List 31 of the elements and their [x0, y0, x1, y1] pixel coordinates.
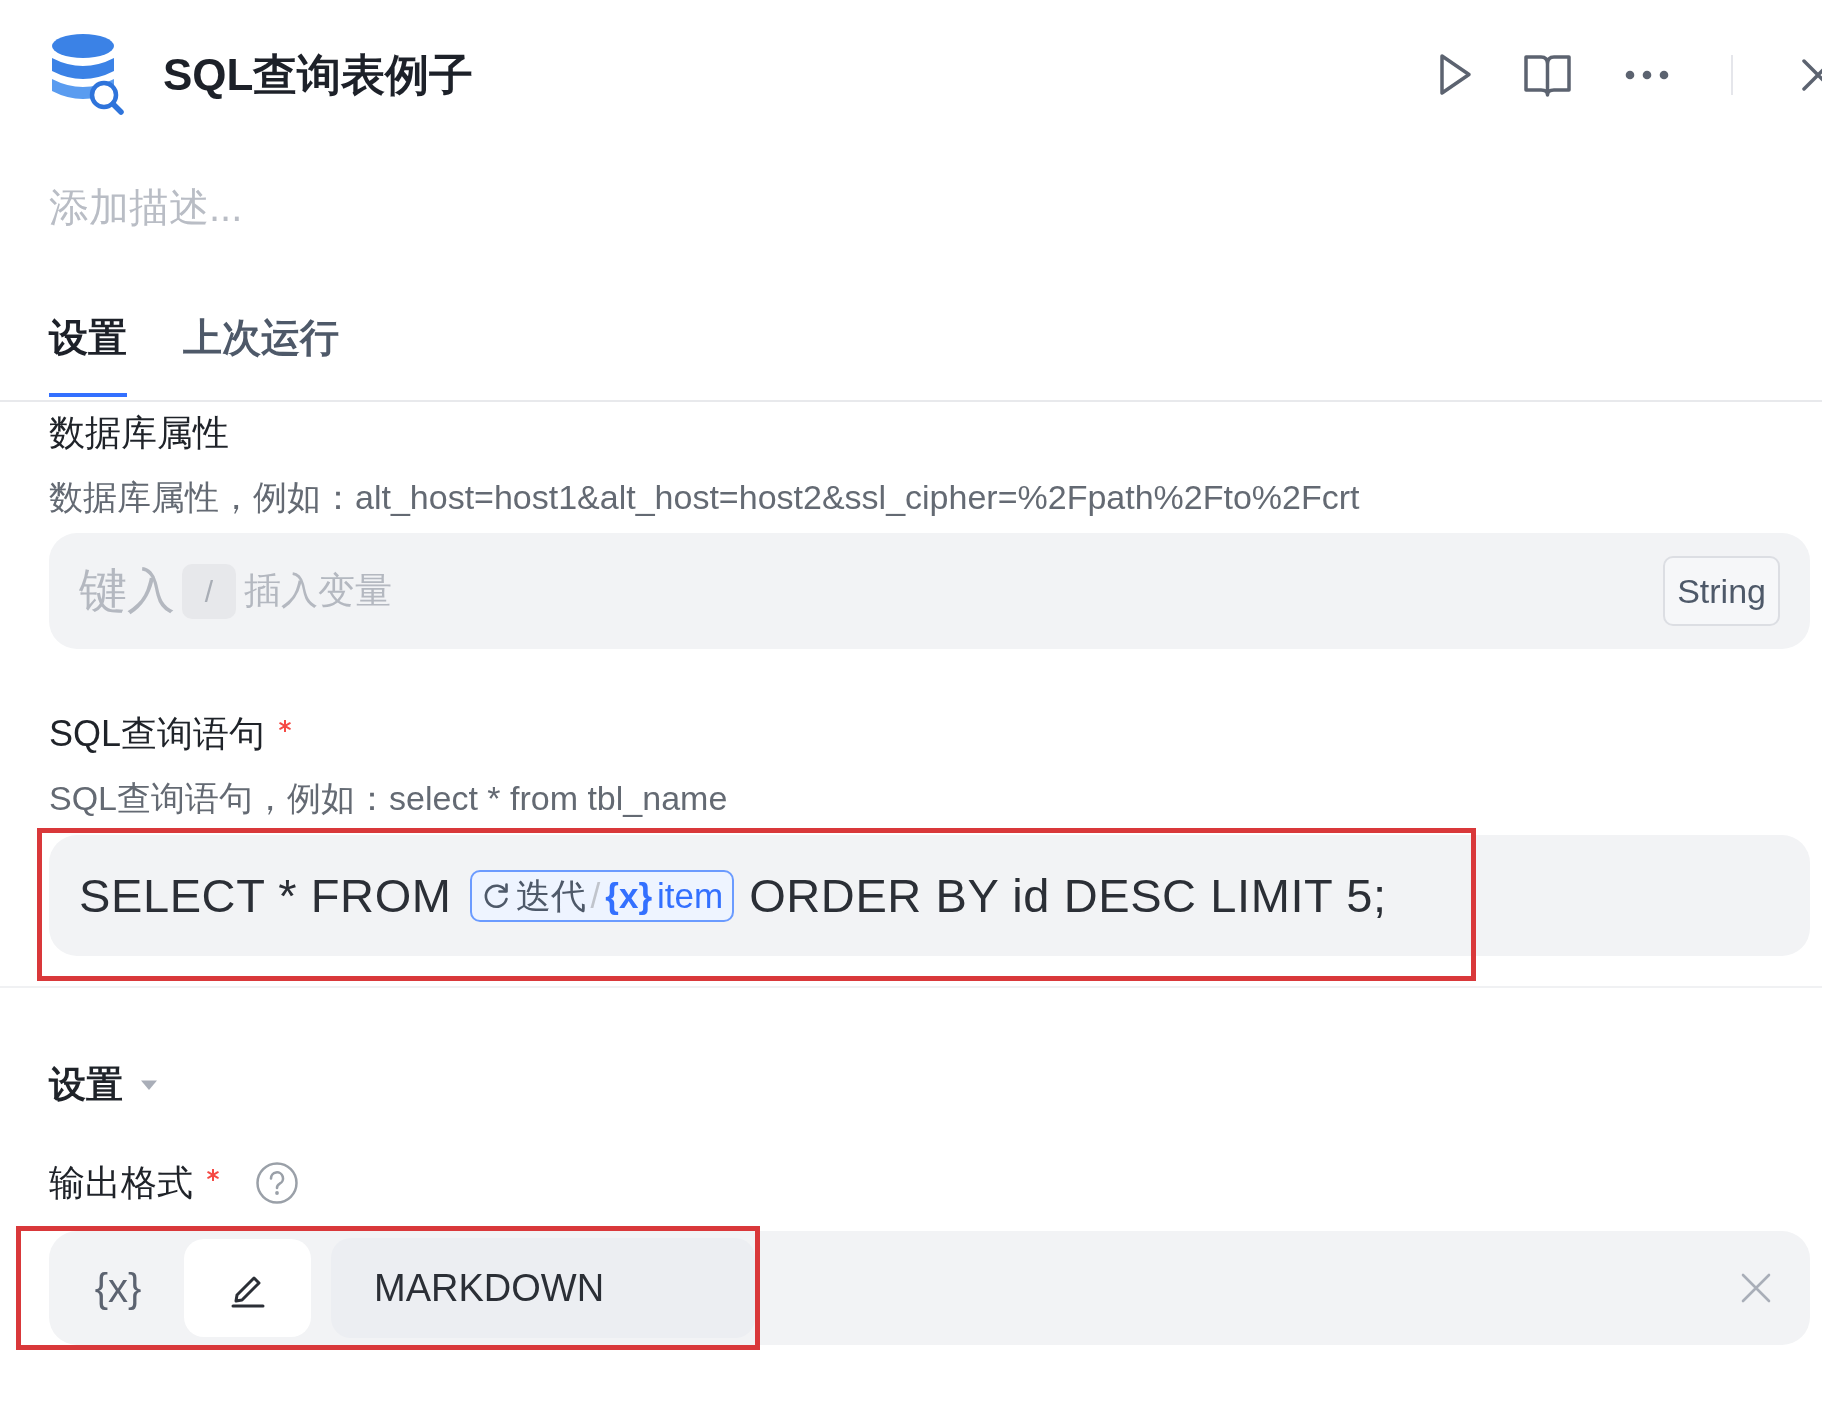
shortcut-hint: 插入变量: [244, 569, 392, 614]
variable-tag[interactable]: 迭代/{x}item: [469, 869, 735, 922]
output-format-field[interactable]: {x} MARKDOWN: [49, 1231, 1810, 1345]
tab[interactable]: 设置: [49, 314, 127, 397]
help-icon[interactable]: [255, 1161, 299, 1205]
more-icon[interactable]: [1625, 69, 1669, 80]
value-field[interactable]: MARKDOWN: [331, 1238, 755, 1338]
database-search-icon: [49, 33, 125, 116]
tab[interactable]: 上次运行: [183, 314, 339, 397]
type-tag: String: [1663, 556, 1780, 626]
query-text: ORDER BY id DESC LIMIT 5;: [749, 867, 1387, 924]
close-icon[interactable]: [1800, 56, 1822, 93]
description-field[interactable]: 添加描述...: [49, 183, 261, 231]
field-label: SQL查询语句: [49, 712, 266, 756]
mode-tab[interactable]: {x}: [56, 1239, 180, 1337]
field-hint: SQL查询语句，例如：select * from tbl_name: [49, 778, 729, 818]
mode-tab[interactable]: [184, 1239, 311, 1337]
query-input-field[interactable]: SELECT * FROM 迭代/{x}item ORDER BY id DESC LIMIT 5;: [49, 835, 1810, 956]
panel-title: SQL查询表例子: [163, 48, 474, 101]
path-separator: /: [590, 874, 601, 917]
variable-symbol: {x}: [605, 874, 652, 917]
shortcut-key: /: [182, 563, 236, 619]
field-label: 输出格式: [49, 1161, 193, 1205]
text-input-field[interactable]: 键入 / 插入变量 String: [49, 533, 1810, 649]
placeholder-text: 键入: [79, 563, 175, 619]
section-toggle[interactable]: 设置: [49, 1063, 159, 1107]
query-text: SELECT * FROM: [79, 867, 452, 924]
field-label: 数据库属性: [49, 411, 229, 455]
variable-name: item: [657, 874, 724, 917]
field-hint: 数据库属性，例如：alt_host=host1&alt_host=host2&ssl_cipher=%2Fpath%2Fto%2Fcrt: [49, 477, 1361, 517]
node-name: 迭代: [515, 874, 586, 917]
